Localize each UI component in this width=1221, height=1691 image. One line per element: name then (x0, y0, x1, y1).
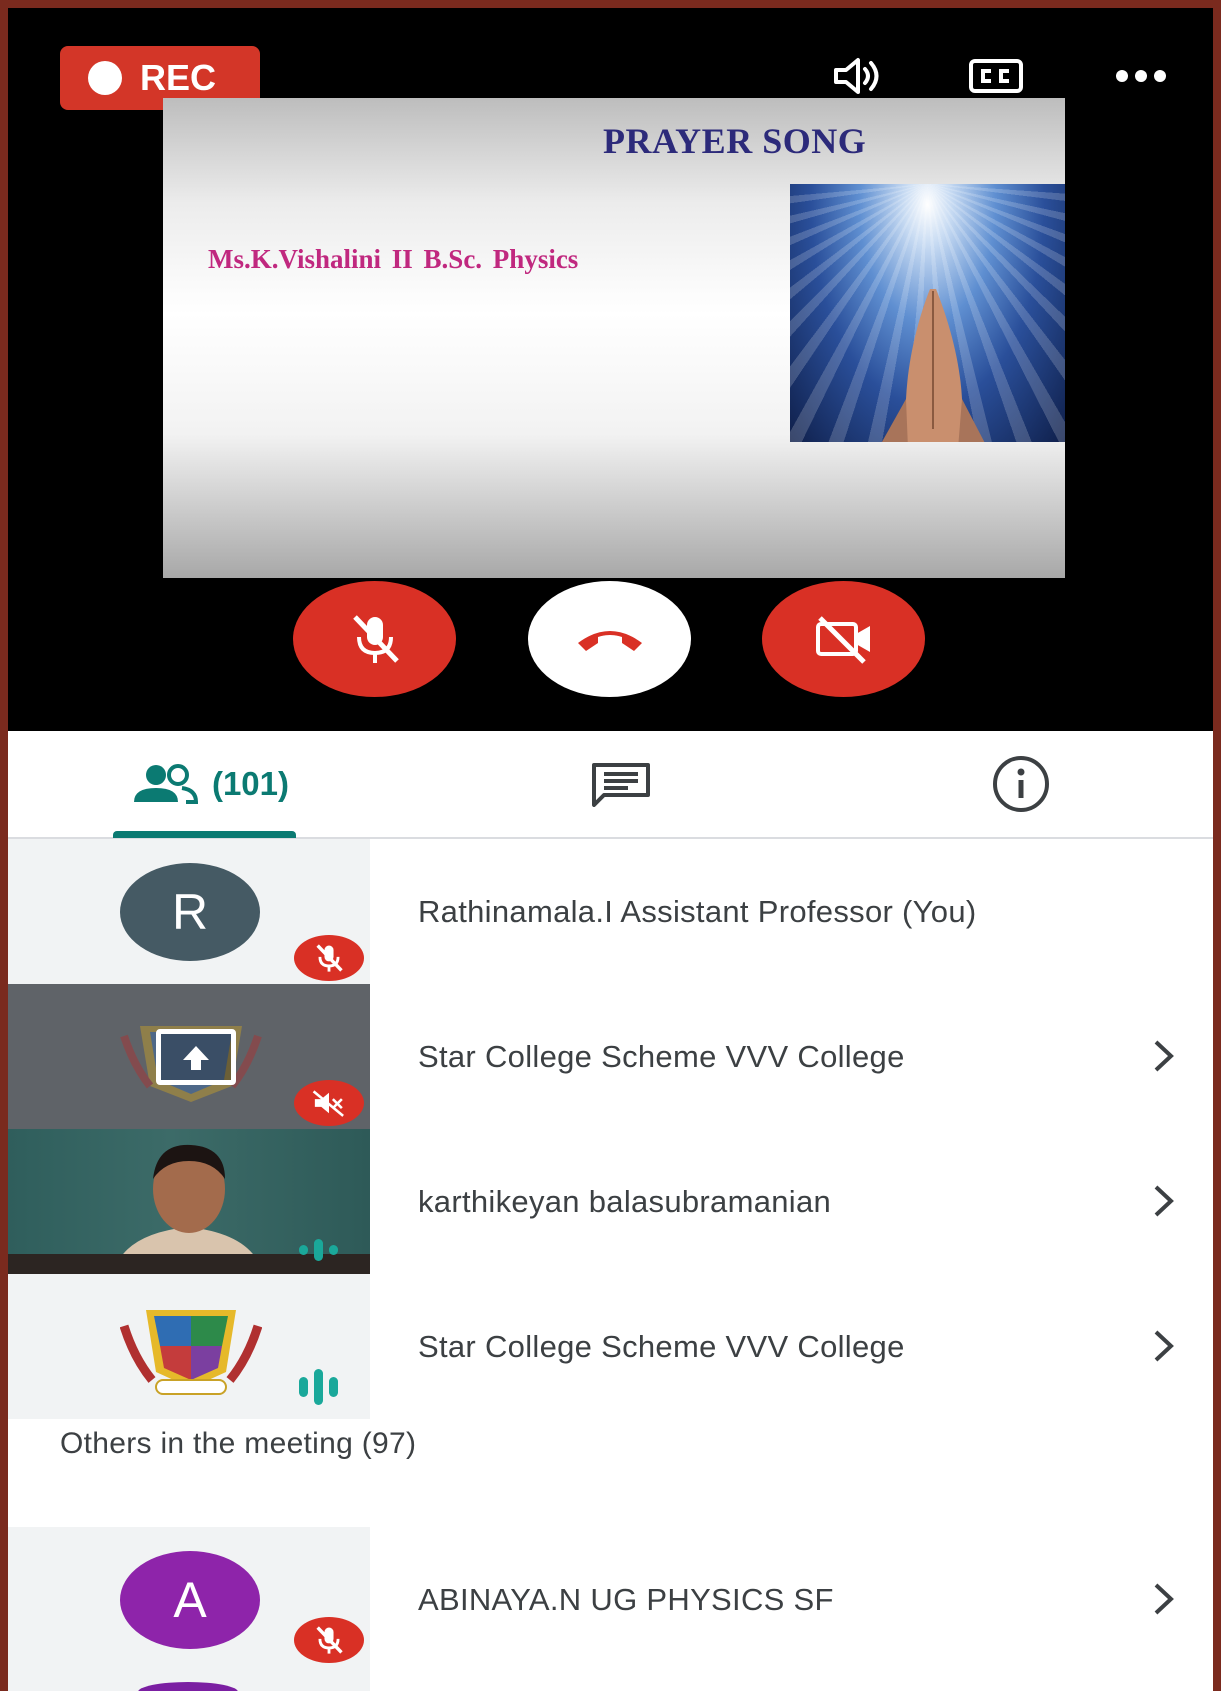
meet-window: REC PRAYER SONG Ms.K.Vishalini II B.Sc. (8, 8, 1213, 1691)
muted-badge (294, 1617, 364, 1663)
chevron-right-icon[interactable] (1143, 1326, 1183, 1366)
mic-toggle-button[interactable] (293, 581, 456, 697)
active-tab-indicator (113, 831, 296, 838)
participant-row[interactable]: R Rathinamala.I Assistant Professor (You… (8, 839, 1213, 984)
chevron-right-icon[interactable] (1143, 1181, 1183, 1221)
participant-row[interactable]: A ABINAYA.N UG PHYSICS SF (8, 1527, 1213, 1691)
panel-tabs: (101) (8, 731, 1213, 839)
participant-thumbnail: R (8, 839, 370, 984)
speaker-off-icon (312, 1090, 344, 1117)
tab-chat[interactable] (586, 731, 656, 837)
participant-thumbnail (8, 1274, 370, 1419)
avatar: A (120, 1551, 260, 1649)
video-stage: REC PRAYER SONG Ms.K.Vishalini II B.Sc. (8, 8, 1213, 731)
record-dot-icon (88, 61, 122, 95)
hang-up-icon (577, 631, 642, 651)
more-options-icon[interactable] (1111, 54, 1171, 98)
captions-icon[interactable] (966, 54, 1026, 98)
camera-toggle-button[interactable] (762, 581, 925, 697)
participant-thumbnail (8, 984, 370, 1129)
praying-hands-image (790, 184, 1065, 442)
end-call-button[interactable] (528, 581, 691, 697)
avatar: R (120, 863, 260, 961)
slide-title: PRAYER SONG (603, 121, 867, 161)
participant-name: Star College Scheme VVV College (418, 1038, 905, 1074)
participant-row[interactable]: Star College Scheme VVV College (8, 984, 1213, 1129)
mic-off-icon (352, 615, 399, 663)
participant-video (8, 1129, 370, 1274)
speaking-indicator (299, 1369, 338, 1405)
people-count: (101) (211, 765, 290, 802)
participant-name: ABINAYA.N UG PHYSICS SF (418, 1581, 834, 1617)
participant-name: Rathinamala.I Assistant Professor (You) (418, 893, 977, 929)
tab-people[interactable]: (101) (113, 731, 308, 838)
mic-off-icon (316, 1626, 343, 1654)
participant-list: R Rathinamala.I Assistant Professor (You… (8, 839, 1213, 1691)
tab-info[interactable] (986, 731, 1056, 837)
slide-subtitle: Ms.K.Vishalini II B.Sc. Physics (208, 244, 579, 274)
chevron-right-icon[interactable] (1143, 1036, 1183, 1076)
participant-row[interactable]: karthikeyan balasubramanian (8, 1129, 1213, 1274)
participant-row[interactable]: Star College Scheme VVV College (8, 1274, 1213, 1419)
muted-badge (294, 935, 364, 981)
mic-off-icon (316, 944, 343, 972)
chat-icon (592, 763, 650, 807)
speaking-indicator (299, 1239, 338, 1261)
participant-name: Star College Scheme VVV College (418, 1328, 905, 1364)
people-icon (133, 764, 198, 804)
presentation-slide: PRAYER SONG Ms.K.Vishalini II B.Sc. Phys… (163, 98, 1065, 578)
speaker-icon[interactable] (828, 54, 888, 98)
participant-name: karthikeyan balasubramanian (418, 1183, 832, 1219)
audio-off-badge (294, 1080, 364, 1126)
next-avatar-partial (138, 1682, 238, 1691)
college-logo-icon (120, 1310, 262, 1395)
others-heading: Others in the meeting (97) (60, 1427, 417, 1460)
presenting-indicator (156, 1029, 236, 1085)
screen-share-icon (183, 1046, 209, 1070)
chevron-right-icon[interactable] (1143, 1579, 1183, 1619)
recording-label: REC (140, 57, 217, 98)
participant-thumbnail: A (8, 1527, 370, 1691)
camera-off-icon (815, 616, 870, 664)
info-icon (993, 756, 1049, 812)
